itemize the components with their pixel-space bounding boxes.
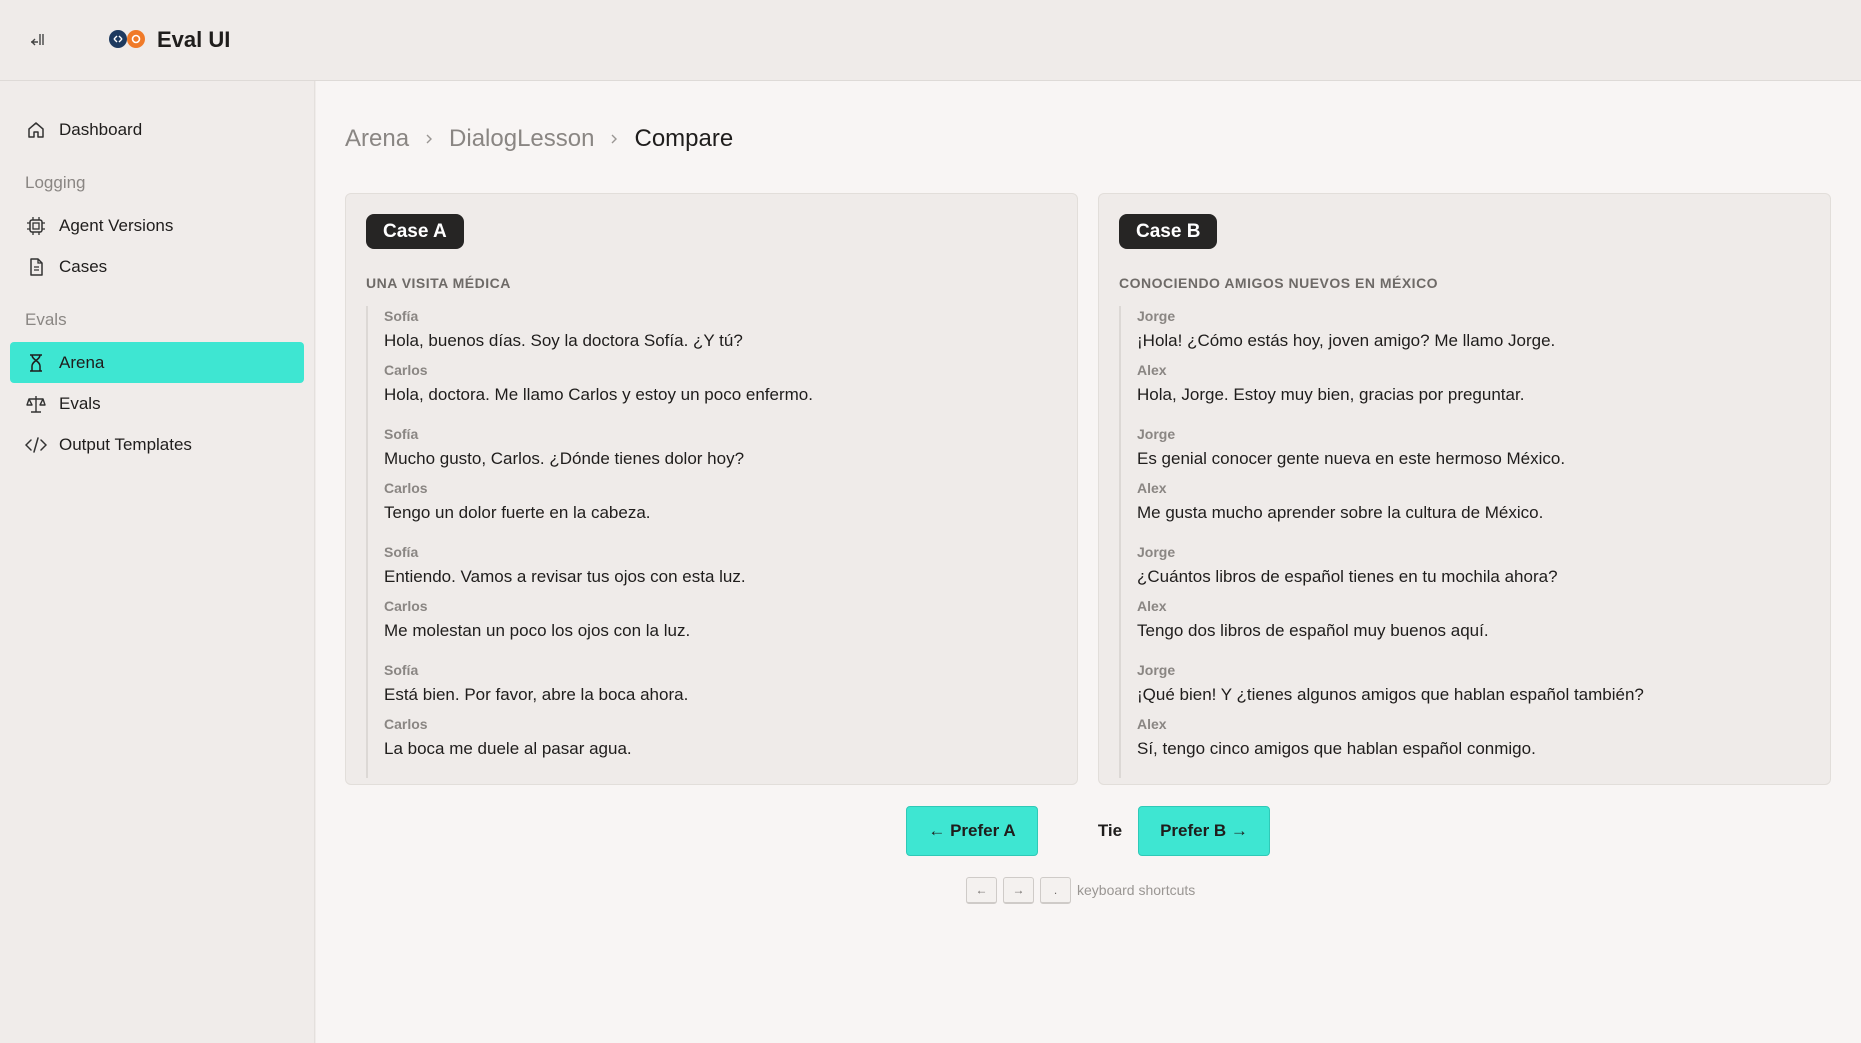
dialog-line: Está bien. Por favor, abre la boca ahora… xyxy=(384,685,689,704)
sidebar-item-label: Cases xyxy=(59,256,108,276)
sidebar-item-label: Output Templates xyxy=(59,434,192,454)
case-b-badge: Case B xyxy=(1119,214,1218,249)
document-icon xyxy=(25,256,47,278)
dialog-turn: Sofía Entiendo. Vamos a revisar tus ojos … xyxy=(366,542,1056,660)
speaker-name: Sofía xyxy=(384,426,419,442)
shortcut-key-left: ← xyxy=(966,876,997,904)
case-a-card: Case A UNA VISITA MÉDICA Sofía Hola, buen… xyxy=(345,193,1078,785)
dialog-line: ¡Qué bien! Y ¿tienes algunos amigos que … xyxy=(1137,685,1644,704)
sidebar-item-arena[interactable]: Arena xyxy=(10,342,304,383)
sidebar-item-cases[interactable]: Cases xyxy=(10,246,304,287)
breadcrumb-compare: Compare xyxy=(634,125,734,152)
speaker-name: Carlos xyxy=(384,716,428,732)
speaker-name: Alex xyxy=(1137,716,1167,732)
sidebar-item-dashboard[interactable]: Dashboard xyxy=(10,109,304,150)
sidebar-section-logging: Logging xyxy=(25,173,86,192)
dialog-line: Hola, doctora. Me llamo Carlos y estoy u… xyxy=(384,385,813,404)
dialog-turn: Sofía Hola, buenos días. Soy la doctora S… xyxy=(366,306,1056,424)
code-icon xyxy=(25,434,47,456)
speaker-name: Jorge xyxy=(1137,662,1176,678)
home-icon xyxy=(25,119,47,141)
speaker-name: Jorge xyxy=(1137,308,1176,324)
collapse-icon xyxy=(31,34,44,46)
speaker-name: Sofía xyxy=(384,662,419,678)
keyboard-shortcuts-hint: ← → . keyboard shortcuts xyxy=(966,876,1195,904)
sidebar-item-label: Evals xyxy=(59,393,101,413)
dialog-line: Me gusta mucho aprender sobre la cultura… xyxy=(1137,503,1544,522)
shortcut-key-period: . xyxy=(1040,876,1071,904)
sidebar-item-label: Arena xyxy=(59,352,105,372)
sidebar: Dashboard Logging Agent Versions Cases E… xyxy=(0,81,315,1043)
dialog-line: Tengo un dolor fuerte en la cabeza. xyxy=(384,503,651,522)
chevron-right-icon xyxy=(424,133,434,145)
dialog-turn: Jorge ¡Hola! ¿Cómo estás hoy, joven amigo… xyxy=(1119,306,1809,424)
dialog-line: Me molestan un poco los ojos con la luz. xyxy=(384,621,691,640)
case-b-dialog: Jorge ¡Hola! ¿Cómo estás hoy, joven amigo… xyxy=(1119,306,1809,778)
case-a-title: UNA VISITA MÉDICA xyxy=(366,275,511,291)
chip-icon xyxy=(25,215,47,237)
speaker-name: Alex xyxy=(1137,362,1167,378)
case-a-badge: Case A xyxy=(366,214,464,249)
dialog-line: Hola, Jorge. Estoy muy bien, gracias por… xyxy=(1137,385,1525,404)
dialog-line: ¿Cuántos libros de español tienes en tu … xyxy=(1137,567,1558,586)
speaker-name: Alex xyxy=(1137,598,1167,614)
dialog-line: ¡Hola! ¿Cómo estás hoy, joven amigo? Me … xyxy=(1137,331,1556,350)
dialog-line: Mucho gusto, Carlos. ¿Dónde tienes dolor… xyxy=(384,449,745,468)
dialog-line: Hola, buenos días. Soy la doctora Sofía.… xyxy=(384,331,743,350)
dialog-turn: Jorge Es genial conocer gente nueva en es… xyxy=(1119,424,1809,542)
shortcut-key-right: → xyxy=(1003,876,1034,904)
dialog-turn: Sofía Está bien. Por favor, abre la boca … xyxy=(366,660,1056,778)
dialog-turn: Sofía Mucho gusto, Carlos. ¿Dónde tienes … xyxy=(366,424,1056,542)
dialog-line: Es genial conocer gente nueva en este he… xyxy=(1137,449,1566,468)
dialog-turn: Jorge ¿Cuántos libros de español tienes e… xyxy=(1119,542,1809,660)
hourglass-icon xyxy=(25,352,47,374)
collapse-sidebar-button[interactable] xyxy=(27,29,49,51)
sidebar-item-label: Dashboard xyxy=(59,119,143,139)
top-bar: Eval UI xyxy=(0,0,1861,81)
prefer-a-button[interactable]: ← Prefer A xyxy=(906,806,1038,856)
sidebar-item-output-templates[interactable]: Output Templates xyxy=(10,424,304,465)
speaker-name: Sofía xyxy=(384,544,419,560)
dialog-line: Sí, tengo cinco amigos que hablan españo… xyxy=(1137,739,1536,758)
speaker-name: Jorge xyxy=(1137,544,1176,560)
case-a-dialog: Sofía Hola, buenos días. Soy la doctora S… xyxy=(366,306,1056,778)
scale-icon xyxy=(25,393,47,415)
chevron-right-icon xyxy=(609,133,619,145)
dialog-turn: Jorge ¡Qué bien! Y ¿tienes algunos amigos… xyxy=(1119,660,1809,778)
main-content: Arena DialogLesson Compare Case A UNA VI… xyxy=(316,81,1861,1043)
sidebar-item-label: Agent Versions xyxy=(59,215,174,235)
prefer-b-button[interactable]: Prefer B → xyxy=(1138,806,1270,856)
case-b-card: Case B CONOCIENDO AMIGOS NUEVOS EN MÉXIC… xyxy=(1098,193,1831,785)
speaker-name: Alex xyxy=(1137,480,1167,496)
app-logo-icon xyxy=(107,28,149,52)
dialog-line: La boca me duele al pasar agua. xyxy=(384,739,632,758)
sidebar-item-agent-versions[interactable]: Agent Versions xyxy=(10,205,304,246)
dialog-line: Tengo dos libros de español muy buenos a… xyxy=(1137,621,1489,640)
breadcrumb-arena[interactable]: Arena xyxy=(345,125,409,153)
sidebar-item-evals[interactable]: Evals xyxy=(10,383,304,424)
sidebar-section-evals: Evals xyxy=(25,310,67,329)
app-title: Eval UI xyxy=(157,27,231,52)
breadcrumb: Arena DialogLesson Compare xyxy=(345,123,733,155)
speaker-name: Sofía xyxy=(384,308,419,324)
case-b-title: CONOCIENDO AMIGOS NUEVOS EN MÉXICO xyxy=(1119,275,1439,291)
dialog-line: Entiendo. Vamos a revisar tus ojos con e… xyxy=(384,567,746,586)
speaker-name: Carlos xyxy=(384,598,428,614)
speaker-name: Carlos xyxy=(384,362,428,378)
breadcrumb-dialoglesson[interactable]: DialogLesson xyxy=(449,125,594,153)
shortcuts-label: keyboard shortcuts xyxy=(1077,882,1196,898)
speaker-name: Carlos xyxy=(384,480,428,496)
speaker-name: Jorge xyxy=(1137,426,1176,442)
